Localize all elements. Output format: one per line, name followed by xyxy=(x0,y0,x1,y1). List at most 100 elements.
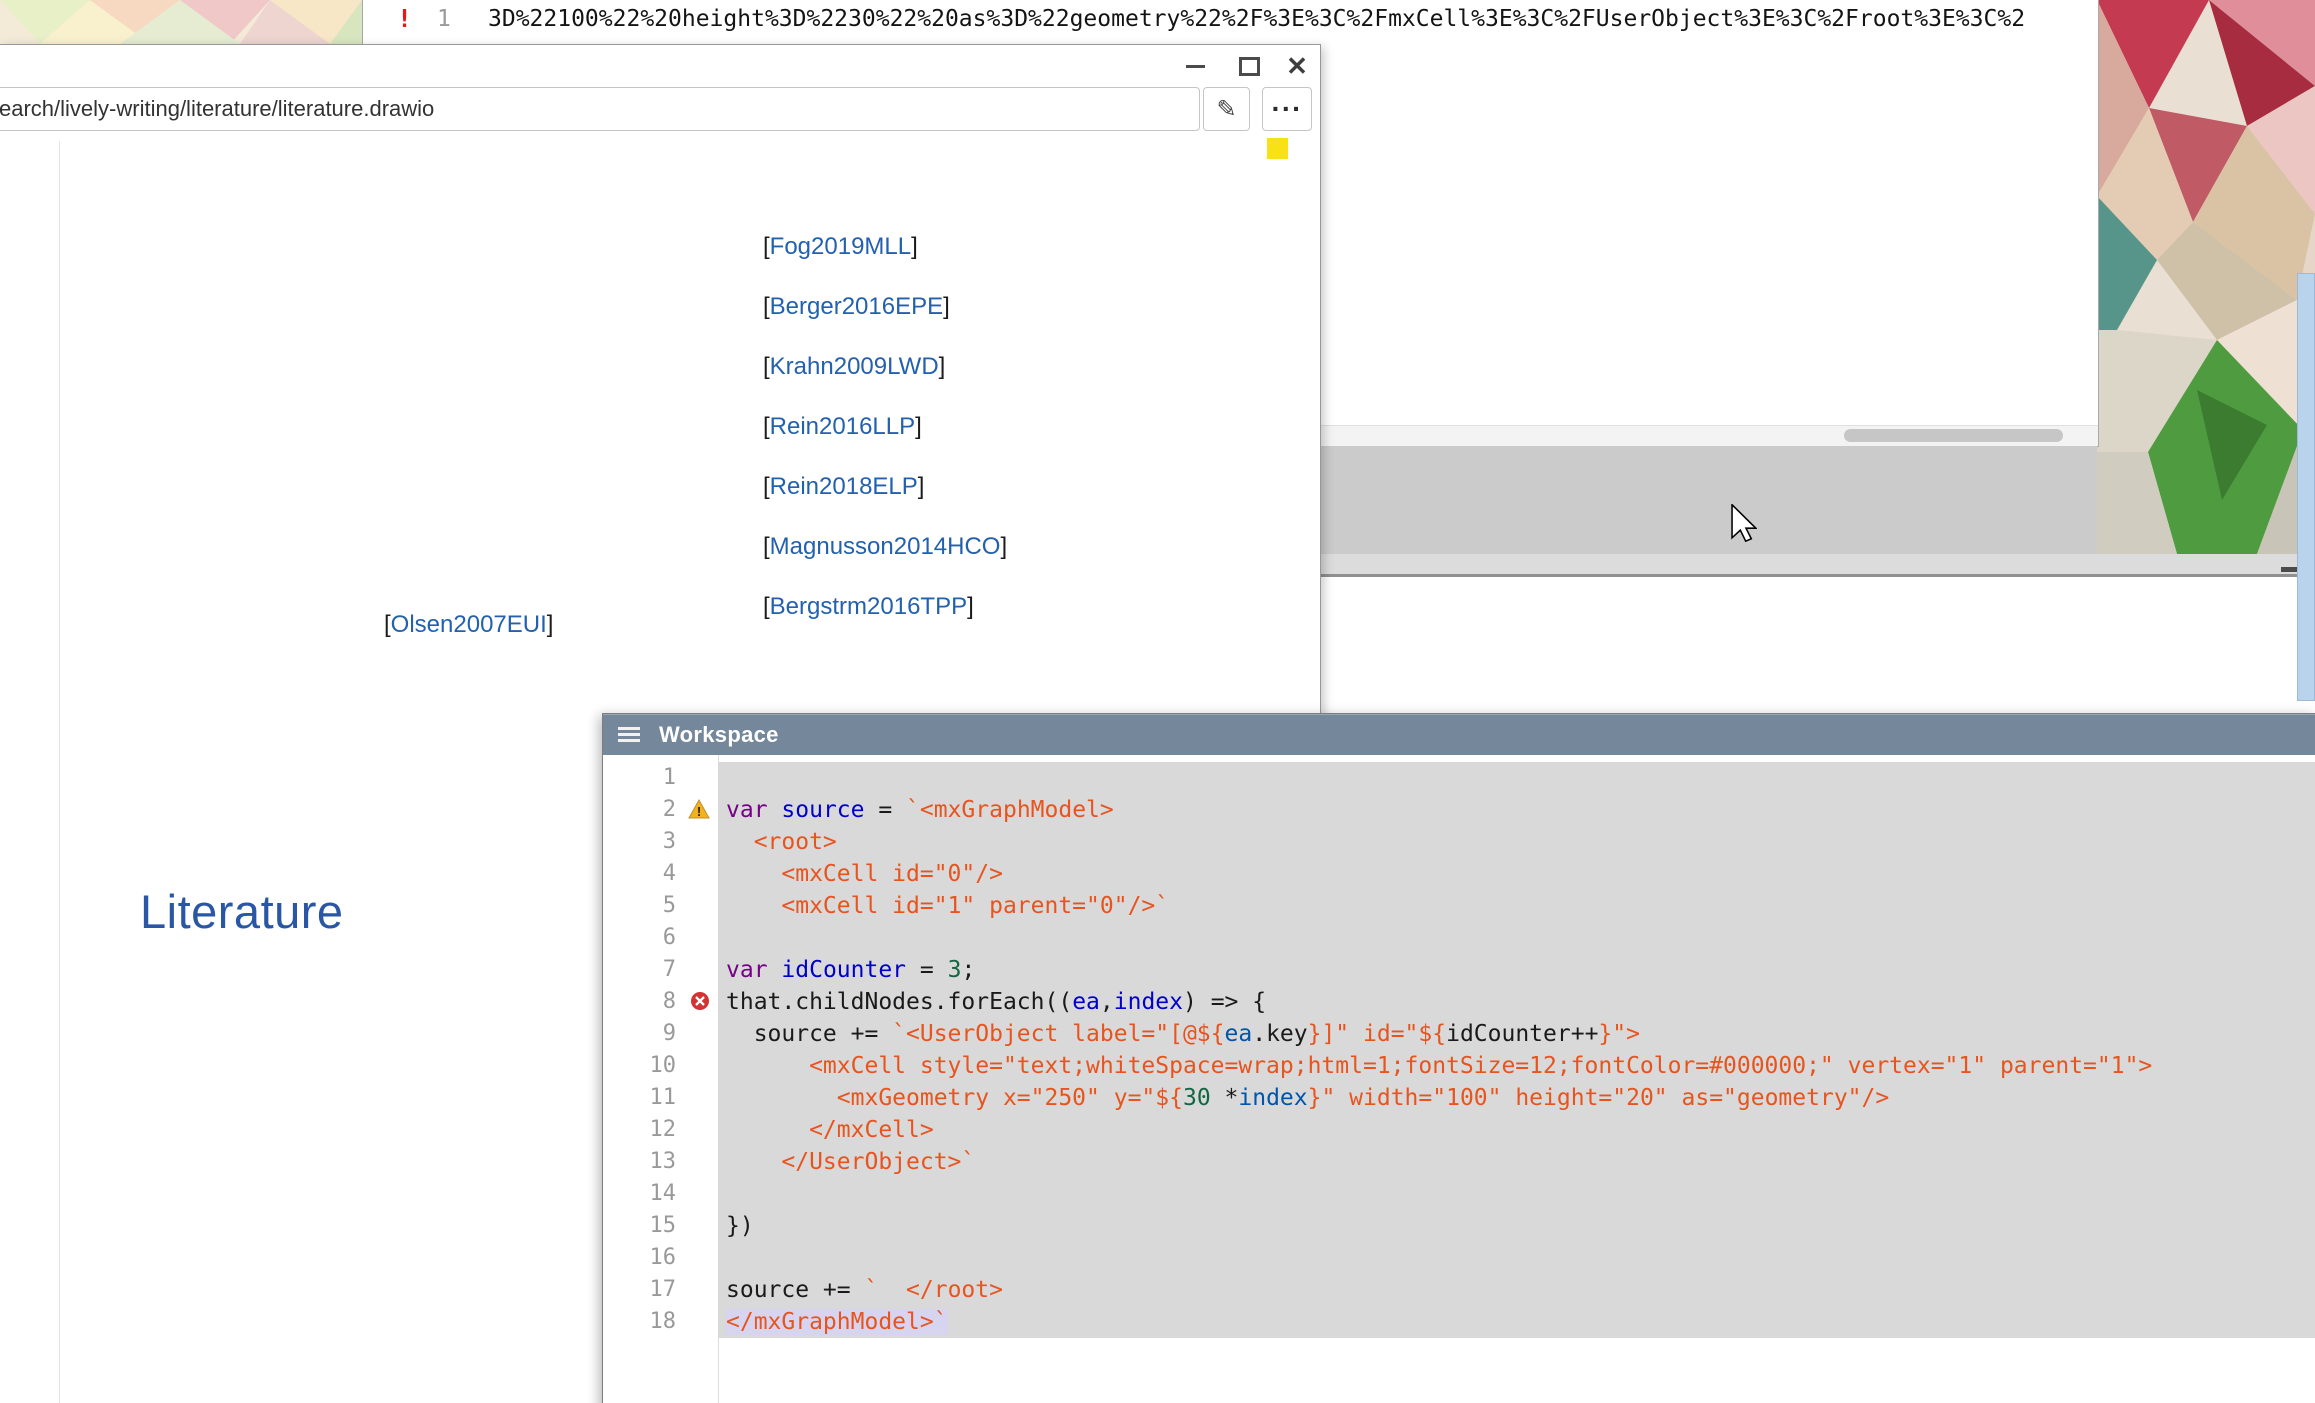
bracket: [ xyxy=(763,293,770,320)
code-row: 17source += ` </root> xyxy=(603,1274,2315,1306)
scrollbar-thumb[interactable] xyxy=(1844,429,2063,442)
line-number: 9 xyxy=(603,1018,718,1050)
bracket: ] xyxy=(915,413,922,440)
file-path-input[interactable] xyxy=(0,87,1200,131)
code-line[interactable]: </UserObject>` xyxy=(718,1146,2315,1178)
workspace-titlebar[interactable]: Workspace xyxy=(603,714,2315,756)
bracket: ] xyxy=(911,233,918,260)
minimize-icon xyxy=(1186,65,1205,68)
line-number: 16 xyxy=(603,1242,718,1274)
code-line[interactable] xyxy=(718,1178,2315,1210)
bracket: ] xyxy=(967,593,974,620)
code-editor[interactable]: 12!var source = `<mxGraphModel>3 <root>4… xyxy=(603,755,2315,1403)
gutter-cell: 4 xyxy=(603,858,718,890)
maximize-button[interactable] xyxy=(1233,51,1265,81)
minimize-button[interactable] xyxy=(1179,51,1211,81)
desktop-strip xyxy=(1321,446,2097,554)
bracket: [ xyxy=(763,533,770,560)
code-line[interactable] xyxy=(718,1242,2315,1274)
close-button[interactable]: ✕ xyxy=(1281,51,1313,81)
gutter-cell: 10 xyxy=(603,1050,718,1082)
diagram-heading: Literature xyxy=(140,884,344,939)
bracket: ] xyxy=(943,293,950,320)
code-line[interactable]: <mxCell id="0"/> xyxy=(718,858,2315,890)
window-title: Workspace xyxy=(659,722,779,748)
line-number: 10 xyxy=(603,1050,718,1082)
ellipsis-icon: ··· xyxy=(1272,93,1303,125)
code-row: 6 xyxy=(603,922,2315,954)
maximize-icon xyxy=(1239,57,1260,76)
citation-label: Fog2019MLL xyxy=(770,233,911,260)
code-line[interactable]: source += ` </root> xyxy=(718,1274,2315,1306)
yellow-marker[interactable] xyxy=(1267,138,1288,159)
code-row: 3 <root> xyxy=(603,826,2315,858)
line-number: 6 xyxy=(603,922,718,954)
code-line[interactable]: var source = `<mxGraphModel> xyxy=(718,794,2315,826)
code-row: 12 </mxCell> xyxy=(603,1114,2315,1146)
error-marker: ! xyxy=(397,2,412,36)
code-line[interactable]: </mxCell> xyxy=(718,1114,2315,1146)
code-row: 5 <mxCell id="1" parent="0"/>` xyxy=(603,890,2315,922)
desktop-wallpaper xyxy=(2097,0,2315,554)
line-number: 15 xyxy=(603,1210,718,1242)
code-row: 2!var source = `<mxGraphModel> xyxy=(603,794,2315,826)
edit-button[interactable]: ✎ xyxy=(1203,87,1250,131)
citation-link[interactable]: [Magnusson2014HCO] xyxy=(763,532,1007,562)
bracket: ] xyxy=(547,611,554,638)
code-row: 8that.childNodes.forEach((ea,index) => { xyxy=(603,986,2315,1018)
gutter-cell: 7 xyxy=(603,954,718,986)
gutter-cell: 3 xyxy=(603,826,718,858)
gutter-cell: 12 xyxy=(603,1114,718,1146)
more-options-button[interactable]: ··· xyxy=(1262,87,1312,131)
code-line[interactable] xyxy=(718,922,2315,954)
code-line[interactable]: }) xyxy=(718,1210,2315,1242)
code-row: 10 <mxCell style="text;whiteSpace=wrap;h… xyxy=(603,1050,2315,1082)
citation-link[interactable]: [Krahn2009LWD] xyxy=(763,352,1007,382)
citation-list: [Fog2019MLL][Berger2016EPE][Krahn2009LWD… xyxy=(763,232,1007,652)
citation-link[interactable]: [Bergstrm2016TPP] xyxy=(763,592,1007,622)
svg-text:!: ! xyxy=(697,804,701,819)
gutter-cell: 15 xyxy=(603,1210,718,1242)
citation-link[interactable]: [Rein2016LLP] xyxy=(763,412,1007,442)
gutter-cell: 9 xyxy=(603,1018,718,1050)
code-row: 13 </UserObject>` xyxy=(603,1146,2315,1178)
line-number: 18 xyxy=(603,1306,718,1338)
code-line[interactable]: <mxGeometry x="250" y="${30 *index}" wid… xyxy=(718,1082,2315,1114)
citation-link[interactable]: [Rein2018ELP] xyxy=(763,472,1007,502)
gutter-cell: 11 xyxy=(603,1082,718,1114)
gutter-cell: 1 xyxy=(603,762,718,794)
line-number: 11 xyxy=(603,1082,718,1114)
bracket: [ xyxy=(763,413,770,440)
citation-label: Rein2016LLP xyxy=(770,413,915,440)
citation-link[interactable]: [Fog2019MLL] xyxy=(763,232,1007,262)
line-number: 3 xyxy=(603,826,718,858)
bracket: ] xyxy=(918,473,925,500)
gutter-cell: 17 xyxy=(603,1274,718,1306)
error-icon xyxy=(690,991,710,1011)
code-line[interactable] xyxy=(718,762,2315,794)
code-line[interactable]: </mxGraphModel>` xyxy=(718,1306,2315,1338)
code-line[interactable]: <root> xyxy=(718,826,2315,858)
bracket: [ xyxy=(763,473,770,500)
citation-label: Krahn2009LWD xyxy=(770,353,939,380)
line-number: 17 xyxy=(603,1274,718,1306)
gutter-cell: 5 xyxy=(603,890,718,922)
code-line[interactable]: <mxCell id="1" parent="0"/>` xyxy=(718,890,2315,922)
vertical-scrollbar[interactable] xyxy=(2297,273,2315,701)
close-icon: ✕ xyxy=(1286,51,1308,82)
workspace-window: Workspace 12!var source = `<mxGraphModel… xyxy=(602,713,2315,1403)
line-number: 13 xyxy=(603,1146,718,1178)
citation-label: Bergstrm2016TPP xyxy=(770,593,967,620)
citation-link[interactable]: [Berger2016EPE] xyxy=(763,292,1007,322)
code-line[interactable]: source += `<UserObject label="[@${ea.key… xyxy=(718,1018,2315,1050)
code-line[interactable]: var idCounter = 3; xyxy=(718,954,2315,986)
code-line[interactable]: <mxCell style="text;whiteSpace=wrap;html… xyxy=(718,1050,2315,1082)
menu-icon[interactable] xyxy=(618,724,640,745)
code-line[interactable]: that.childNodes.forEach((ea,index) => { xyxy=(718,986,2315,1018)
line-number: 4 xyxy=(603,858,718,890)
encoded-code-line[interactable]: 3D%22100%22%20height%3D%2230%22%20as%3D%… xyxy=(488,2,2025,36)
citation-link[interactable]: [Olsen2007EUI] xyxy=(384,610,553,640)
gutter-cell: 2! xyxy=(603,794,718,826)
gutter-cell: 16 xyxy=(603,1242,718,1274)
line-number: 1 xyxy=(437,2,451,36)
